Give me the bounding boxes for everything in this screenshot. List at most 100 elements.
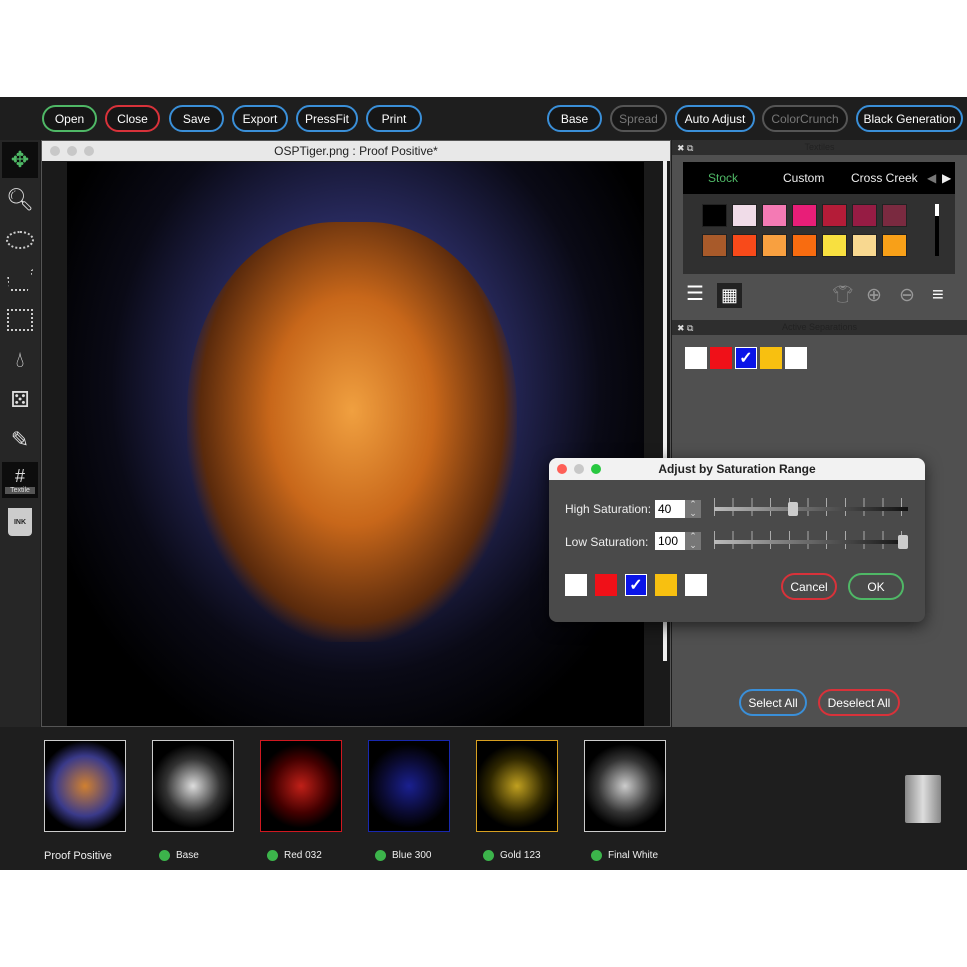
- separation-swatch[interactable]: [760, 347, 782, 369]
- textile-swatch[interactable]: [852, 234, 877, 257]
- ink-tool-icon[interactable]: INK: [2, 504, 38, 540]
- open-button[interactable]: Open: [42, 105, 97, 132]
- close-window-dot[interactable]: [50, 146, 60, 156]
- grid-view-icon[interactable]: ▦: [717, 283, 742, 308]
- base-button[interactable]: Base: [547, 105, 602, 132]
- visibility-dot-icon[interactable]: [267, 850, 278, 861]
- cancel-button[interactable]: Cancel: [781, 573, 837, 600]
- panel-close-icon[interactable]: ✖ ⧉: [677, 141, 693, 156]
- visibility-dot-icon[interactable]: [159, 850, 170, 861]
- high-saturation-thumb[interactable]: [787, 502, 798, 516]
- dialog-close-dot[interactable]: [557, 464, 567, 474]
- polygon-lasso-tool-icon[interactable]: [2, 262, 38, 298]
- panel-close-icon[interactable]: ✖ ⧉: [677, 321, 693, 336]
- auto-adjust-button[interactable]: Auto Adjust: [675, 105, 755, 132]
- tab-stock[interactable]: Stock: [708, 171, 738, 185]
- image-canvas[interactable]: [67, 162, 644, 726]
- trash-icon[interactable]: [905, 775, 941, 823]
- textile-swatch[interactable]: [792, 234, 817, 257]
- textile-tool-label: Textile: [5, 487, 35, 494]
- export-button[interactable]: Export: [232, 105, 288, 132]
- zoom-tool-icon[interactable]: 🔍︎: [2, 182, 38, 218]
- save-button[interactable]: Save: [169, 105, 224, 132]
- separation-swatch[interactable]: [685, 574, 707, 596]
- zoom-window-dot[interactable]: [84, 146, 94, 156]
- tiger-image: [187, 222, 517, 642]
- separation-swatch[interactable]: [785, 347, 807, 369]
- low-saturation-input[interactable]: 100: [655, 532, 685, 550]
- textile-swatch[interactable]: [882, 234, 907, 257]
- high-saturation-input[interactable]: 40: [655, 500, 685, 518]
- dialog-titlebar: Adjust by Saturation Range: [549, 458, 925, 480]
- eraser-tool-icon[interactable]: ✎: [2, 422, 38, 458]
- thumbnail-label: Gold 123: [483, 850, 541, 861]
- thumbnail-label: Red 032: [267, 850, 322, 861]
- separation-thumbnail[interactable]: [476, 740, 558, 832]
- textile-swatch[interactable]: [822, 204, 847, 227]
- textile-swatch[interactable]: [882, 204, 907, 227]
- move-tool-icon[interactable]: ✥: [2, 142, 38, 178]
- separation-swatch[interactable]: [655, 574, 677, 596]
- textile-tool-icon[interactable]: # Textile: [2, 462, 38, 498]
- high-saturation-stepper[interactable]: ⌃ ⌄: [685, 500, 701, 518]
- visibility-dot-icon[interactable]: [591, 850, 602, 861]
- scroll-left-icon[interactable]: ◀: [927, 171, 936, 185]
- tab-custom[interactable]: Custom: [783, 171, 824, 185]
- black-generation-button[interactable]: Black Generation: [856, 105, 963, 132]
- list-view-icon[interactable]: ☰: [686, 284, 704, 304]
- lasso-tool-icon[interactable]: [2, 222, 38, 258]
- separation-swatch[interactable]: [685, 347, 707, 369]
- marquee-tool-icon[interactable]: [2, 302, 38, 338]
- high-saturation-slider[interactable]: [714, 507, 908, 511]
- dialog-title: Adjust by Saturation Range: [658, 462, 816, 476]
- document-titlebar[interactable]: OSPTiger.png : Proof Positive*: [42, 141, 670, 161]
- ok-button[interactable]: OK: [848, 573, 904, 600]
- pressfit-button[interactable]: PressFit: [296, 105, 358, 132]
- textile-swatch[interactable]: [732, 234, 757, 257]
- textile-swatch[interactable]: [762, 234, 787, 257]
- textile-swatch[interactable]: [762, 204, 787, 227]
- sponge-tool-icon[interactable]: ⚄: [2, 382, 38, 418]
- spread-button[interactable]: Spread: [610, 105, 667, 132]
- textile-swatch[interactable]: [822, 234, 847, 257]
- separation-swatch[interactable]: [565, 574, 587, 596]
- textile-swatch[interactable]: [852, 204, 877, 227]
- textile-swatch[interactable]: [732, 204, 757, 227]
- remove-icon[interactable]: ⊖: [899, 284, 915, 307]
- separation-thumbnail[interactable]: [44, 740, 126, 832]
- thumbnail-label: Final White: [591, 850, 658, 861]
- low-saturation-stepper[interactable]: ⌃ ⌄: [685, 532, 701, 550]
- separations-title: Active Separations: [781, 322, 858, 332]
- thumbnail-label: Blue 300: [375, 850, 431, 861]
- low-saturation-slider[interactable]: [714, 540, 908, 544]
- textile-swatch[interactable]: [702, 234, 727, 257]
- add-icon[interactable]: ⊕: [866, 284, 882, 307]
- separation-swatch[interactable]: [595, 574, 617, 596]
- thumbnail-label: Proof Positive: [44, 850, 112, 862]
- dialog-zoom-dot[interactable]: [591, 464, 601, 474]
- separation-swatch[interactable]: [710, 347, 732, 369]
- colorcrunch-button[interactable]: ColorCrunch: [762, 105, 848, 132]
- deselect-all-button[interactable]: Deselect All: [818, 689, 900, 716]
- tab-cross-creek[interactable]: Cross Creek: [851, 171, 918, 185]
- separation-thumbnail[interactable]: [260, 740, 342, 832]
- separation-thumbnail[interactable]: [152, 740, 234, 832]
- textile-swatch[interactable]: [792, 204, 817, 227]
- textile-swatch[interactable]: [702, 204, 727, 227]
- select-all-button[interactable]: Select All: [739, 689, 807, 716]
- swatch-scrollbar[interactable]: [935, 204, 939, 256]
- dropper-tool-icon[interactable]: 💧︎: [2, 342, 38, 378]
- separation-swatch[interactable]: ✓: [625, 574, 647, 596]
- tshirt-icon[interactable]: 👕︎: [832, 285, 854, 305]
- separation-swatch[interactable]: ✓: [735, 347, 757, 369]
- minimize-window-dot[interactable]: [67, 146, 77, 156]
- scroll-right-icon[interactable]: ▶: [942, 171, 951, 185]
- visibility-dot-icon[interactable]: [375, 850, 386, 861]
- visibility-dot-icon[interactable]: [483, 850, 494, 861]
- close-button[interactable]: Close: [105, 105, 160, 132]
- print-button[interactable]: Print: [366, 105, 422, 132]
- menu-icon[interactable]: ≡: [932, 284, 944, 307]
- separation-thumbnail[interactable]: [368, 740, 450, 832]
- separation-thumbnail[interactable]: [584, 740, 666, 832]
- low-saturation-thumb[interactable]: [898, 535, 908, 549]
